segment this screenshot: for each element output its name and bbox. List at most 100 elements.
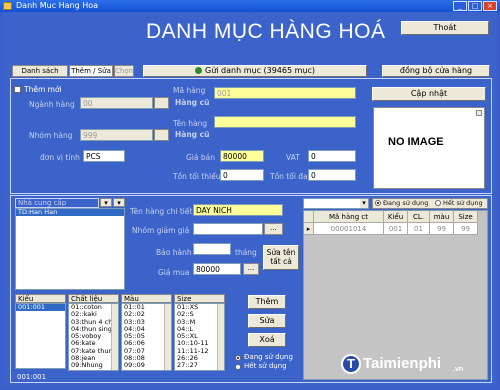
- max-stock-input[interactable]: 0: [308, 169, 356, 181]
- discount-group-label: Nhóm giảm giá: [132, 226, 190, 235]
- in-use-label: Đang sử dụng: [244, 353, 293, 361]
- variant-not-in-use-radio[interactable]: [435, 200, 441, 206]
- group-name: Hàng cũ: [173, 129, 356, 141]
- column-header[interactable]: Kiểu: [384, 211, 408, 223]
- size-scrollbar[interactable]: [217, 304, 224, 370]
- code-input[interactable]: 001: [214, 87, 356, 99]
- material-list[interactable]: 01::coton 02::kaki 03:thun 4 chi 04:thun…: [68, 303, 119, 371]
- supplier-dropdown-button[interactable]: ▾: [100, 198, 112, 207]
- material-scrollbar[interactable]: [111, 304, 118, 370]
- discount-group-picker-button[interactable]: ...: [264, 223, 283, 235]
- vat-label: VAT: [286, 153, 300, 162]
- variant-not-in-use-label: Hết sử dụng: [443, 199, 483, 207]
- column-header[interactable]: Size: [454, 211, 478, 223]
- sync-stores-button[interactable]: đồng bộ cửa hàng: [382, 65, 490, 77]
- code-label: Mã hàng: [173, 86, 206, 95]
- warranty-unit: tháng: [235, 248, 257, 257]
- warranty-label: Bảo hành: [156, 248, 192, 257]
- name-input[interactable]: [214, 116, 356, 128]
- detail-name-label: Tên hàng chi tiết: [130, 207, 193, 216]
- tab-add-edit[interactable]: Thêm / Sửa: [69, 65, 113, 77]
- discount-group-input[interactable]: [193, 223, 263, 235]
- min-stock-input[interactable]: 0: [220, 169, 264, 181]
- group-label: Nhóm hàng: [29, 131, 73, 140]
- table-cell[interactable]: 99: [430, 223, 454, 235]
- column-header[interactable]: màu: [430, 211, 454, 223]
- main-client-area: DANH MỤC HÀNG HOÁ Thoát Danh sách hàng T…: [3, 12, 497, 387]
- category-picker-button[interactable]: [154, 97, 169, 109]
- color-list-header: Màu: [121, 294, 172, 303]
- watermark-logo-icon: T: [341, 354, 361, 374]
- buy-price-label: Giá mua: [158, 268, 190, 277]
- window-title: Danh Muc Hang Hoa: [16, 1, 99, 10]
- color-list[interactable]: 01::01 02::02 03::03 04::04 05::05 06::0…: [121, 303, 172, 371]
- category-input[interactable]: 00: [80, 97, 153, 109]
- category-label: Ngành hàng: [29, 100, 75, 109]
- buy-price-picker-button[interactable]: ...: [243, 263, 259, 275]
- no-image-text: NO IMAGE: [388, 136, 444, 148]
- supplier-header: Nhà cung cấp: [15, 198, 99, 208]
- send-icon: [195, 67, 202, 74]
- row-indicator-icon: ▸: [304, 223, 314, 235]
- supplier-menu-button[interactable]: ▾: [113, 198, 125, 207]
- edit-button[interactable]: Sửa: [248, 314, 286, 328]
- price-label: Giá bán: [186, 153, 215, 162]
- new-label: Thêm mới: [24, 85, 62, 94]
- send-catalog-label: Gửi danh mục (39465 mục): [205, 66, 315, 75]
- table-cell[interactable]: 00001014: [314, 223, 384, 235]
- list-item[interactable]: TD:Han Han: [16, 209, 124, 217]
- type-list[interactable]: 001:001: [15, 303, 66, 369]
- table-cell[interactable]: 001: [384, 223, 408, 235]
- size-list-header: Size: [174, 294, 225, 303]
- group-input[interactable]: 999: [80, 129, 153, 141]
- size-list[interactable]: 01::XS 02::S 03::M 04::L 05::XL 10::10-1…: [174, 303, 225, 371]
- min-stock-label: Tồn tối thiểu: [173, 172, 221, 181]
- update-button[interactable]: Cập nhật: [372, 87, 486, 101]
- unit-input[interactable]: PCS: [83, 150, 125, 162]
- image-corner-icon[interactable]: [476, 110, 482, 116]
- exit-button[interactable]: Thoát: [401, 21, 489, 35]
- chevron-down-icon[interactable]: ▾: [360, 199, 368, 208]
- name-label: Tên hàng: [173, 119, 208, 128]
- app-window: Danh Muc Hang Hoa _ □ × DANH MỤC HÀNG HO…: [0, 0, 500, 390]
- not-in-use-label: Hết sử dụng: [244, 362, 287, 370]
- column-header[interactable]: CL.: [408, 211, 430, 223]
- tab-product-list[interactable]: Danh sách hàng: [12, 65, 68, 85]
- maximize-button[interactable]: □: [468, 1, 482, 11]
- new-checkbox[interactable]: [14, 86, 21, 93]
- price-input[interactable]: 80000: [220, 150, 264, 162]
- title-bar[interactable]: Danh Muc Hang Hoa _ □ ×: [0, 0, 500, 12]
- in-use-radio[interactable]: [235, 355, 241, 361]
- type-list-header: Kiểu: [15, 294, 66, 303]
- add-button[interactable]: Thêm: [248, 295, 286, 309]
- vat-input[interactable]: 0: [308, 150, 356, 162]
- grid-corner: [304, 211, 314, 223]
- table-cell[interactable]: 01: [408, 223, 430, 235]
- color-scrollbar[interactable]: [164, 304, 171, 370]
- edit-all-names-button[interactable]: Sửa tên tất cả: [263, 245, 299, 270]
- column-header[interactable]: Mã hàng ct: [314, 211, 384, 223]
- close-window-button[interactable]: ×: [483, 1, 497, 11]
- not-in-use-radio[interactable]: [235, 364, 241, 370]
- variant-in-use-radio[interactable]: [375, 200, 381, 206]
- list-item[interactable]: 001:001: [16, 304, 65, 312]
- delete-button[interactable]: Xoá: [248, 333, 286, 347]
- minimize-button[interactable]: _: [453, 1, 467, 11]
- product-image-box[interactable]: NO IMAGE: [373, 107, 485, 189]
- max-stock-label: Tồn tối đa: [270, 172, 308, 181]
- detail-name-input[interactable]: DAY NICH: [193, 204, 283, 216]
- supplier-list[interactable]: TD:Han Han: [15, 208, 125, 290]
- watermark-suffix: .vn: [453, 366, 464, 373]
- unit-label: đơn vị tính: [40, 153, 80, 162]
- warranty-input[interactable]: [193, 243, 231, 255]
- header-banner: DANH MỤC HÀNG HOÁ Thoát: [3, 12, 497, 52]
- table-cell[interactable]: 99: [454, 223, 478, 235]
- tab-select[interactable]: Chọn: [114, 65, 134, 77]
- group-picker-button[interactable]: [154, 129, 169, 141]
- variant-in-use-label: Đang sử dụng: [383, 199, 429, 207]
- app-icon: [3, 2, 12, 10]
- page-title: DANH MỤC HÀNG HOÁ: [146, 20, 386, 43]
- buy-price-input[interactable]: 80000: [193, 263, 241, 275]
- send-catalog-button[interactable]: Gửi danh mục (39465 mục): [143, 65, 367, 77]
- type-footer: 001:001: [17, 373, 47, 381]
